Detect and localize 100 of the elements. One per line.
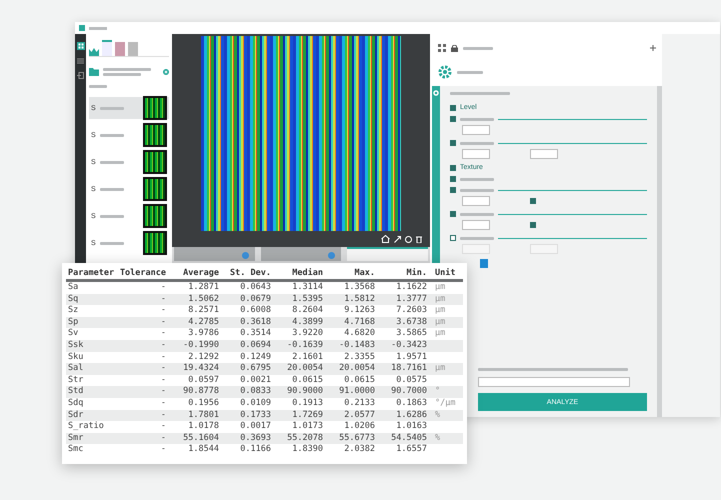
table-cell-text: 0.0021 bbox=[239, 374, 272, 386]
tab-thumbnail[interactable] bbox=[128, 42, 138, 56]
table-cell-text: 0.3514 bbox=[239, 328, 272, 340]
table-cell-text: 1.6557 bbox=[395, 444, 428, 456]
table-cell-text: 7.2603 bbox=[395, 305, 428, 317]
table-cell-text: µm bbox=[434, 305, 446, 317]
table-cell-text: 2.0382 bbox=[343, 444, 376, 456]
table-cell-text: 1.1622 bbox=[395, 282, 428, 294]
expand-icon[interactable] bbox=[394, 236, 401, 242]
checkbox[interactable] bbox=[450, 164, 456, 170]
checkbox[interactable] bbox=[450, 104, 456, 110]
blurred-label-drawing bbox=[460, 178, 494, 180]
table-cell: 1.5812 bbox=[325, 294, 377, 306]
table-cell: 4.2785 bbox=[168, 316, 221, 328]
checkbox[interactable] bbox=[450, 211, 456, 217]
path-field[interactable] bbox=[478, 377, 630, 387]
input-field[interactable] bbox=[462, 196, 490, 206]
circle-icon[interactable] bbox=[405, 236, 412, 242]
blurred-label-drawing bbox=[460, 236, 494, 240]
table-cell: 4.7168 bbox=[325, 316, 377, 328]
grid-icon[interactable] bbox=[76, 42, 84, 50]
blurred-filename-drawing bbox=[100, 134, 124, 136]
tab-thumbnail[interactable] bbox=[115, 42, 125, 56]
table-cell-text: 2.1601 bbox=[291, 352, 324, 364]
input-field[interactable] bbox=[462, 244, 490, 254]
table-cell: 1.3777 bbox=[377, 294, 429, 306]
table-cell-text: 0.0615 bbox=[343, 374, 376, 386]
crown-icon[interactable] bbox=[89, 48, 99, 56]
column-header[interactable]: Min. bbox=[377, 267, 429, 282]
table-cell: 1.7269 bbox=[273, 410, 325, 422]
folder-icon[interactable] bbox=[89, 68, 99, 76]
edge-checkbox[interactable] bbox=[530, 198, 536, 204]
table-cell-text: 8.2604 bbox=[291, 305, 324, 317]
grid-icon[interactable] bbox=[438, 44, 446, 52]
table-cell: 1.5395 bbox=[273, 294, 325, 306]
table-cell-text: - bbox=[160, 282, 167, 294]
table-cell-text: 0.0597 bbox=[187, 374, 220, 386]
table-cell-text: 1.3568 bbox=[343, 282, 376, 294]
checkbox[interactable] bbox=[450, 140, 456, 146]
input-field[interactable] bbox=[462, 220, 490, 230]
table-cell-text: Smc bbox=[67, 444, 84, 456]
checkbox[interactable] bbox=[450, 235, 456, 241]
table-cell: - bbox=[116, 316, 168, 328]
info-icon[interactable] bbox=[328, 252, 336, 258]
input-field[interactable] bbox=[530, 149, 558, 159]
export-icon[interactable] bbox=[77, 72, 84, 79]
column-header[interactable]: Average bbox=[168, 267, 221, 282]
table-cell: 2.0577 bbox=[325, 410, 377, 422]
checkbox[interactable] bbox=[450, 116, 456, 122]
table-cell: 0.3693 bbox=[221, 432, 273, 444]
view-tab[interactable] bbox=[260, 247, 342, 261]
table-cell-text: 0.0109 bbox=[239, 398, 272, 410]
table-cell-text: 0.0615 bbox=[291, 374, 324, 386]
table-cell-text: 0.1956 bbox=[187, 398, 220, 410]
table-cell: µm bbox=[429, 294, 463, 306]
table-cell: 3.6738 bbox=[377, 316, 429, 328]
trash-icon[interactable] bbox=[416, 236, 422, 242]
home-icon[interactable] bbox=[381, 235, 390, 243]
table-cell-text: 0.0575 bbox=[395, 374, 428, 386]
table-cell: 0.6795 bbox=[221, 363, 273, 375]
list-icon[interactable] bbox=[77, 58, 84, 64]
table-cell-text: 3.9220 bbox=[291, 328, 324, 340]
table-cell-text: Sz bbox=[67, 305, 80, 317]
column-header[interactable]: St. Dev. bbox=[221, 267, 273, 282]
info-icon[interactable] bbox=[242, 252, 249, 258]
checkbox[interactable] bbox=[450, 187, 456, 193]
table-cell-text: 1.3114 bbox=[291, 282, 324, 294]
lock-icon[interactable] bbox=[451, 44, 458, 52]
table-cell: 90.9000 bbox=[273, 386, 325, 398]
column-header[interactable]: Parameter bbox=[66, 267, 116, 282]
table-cell: - bbox=[116, 410, 168, 422]
column-header[interactable]: Median bbox=[273, 267, 325, 282]
color-swatch[interactable] bbox=[480, 259, 488, 268]
table-cell: Sp bbox=[66, 316, 116, 328]
input-field[interactable] bbox=[462, 149, 490, 159]
table-cell-text: 1.0163 bbox=[395, 421, 428, 433]
table-cell: 19.4324 bbox=[168, 363, 221, 375]
table-cell-text: - bbox=[160, 374, 167, 386]
tab-thumbnail[interactable] bbox=[102, 40, 112, 56]
view-tab[interactable] bbox=[174, 247, 255, 261]
table-cell-text: 0.1166 bbox=[239, 444, 272, 456]
column-header[interactable]: Max. bbox=[325, 267, 377, 282]
table-cell: Sq bbox=[66, 294, 116, 306]
table-cell: Sal bbox=[66, 363, 116, 375]
input-field[interactable] bbox=[530, 244, 558, 254]
close-icon[interactable] bbox=[163, 69, 169, 75]
column-header[interactable]: Unit bbox=[429, 267, 463, 282]
table-cell-text: 0.0643 bbox=[239, 282, 272, 294]
input-field[interactable] bbox=[462, 125, 490, 135]
table-cell-text: 8.2571 bbox=[187, 305, 220, 317]
table-cell-text: µm bbox=[434, 328, 446, 340]
blurred-filename-drawing bbox=[100, 106, 124, 110]
column-header[interactable]: Tolerance bbox=[116, 267, 168, 282]
table-cell: -0.1483 bbox=[325, 340, 377, 352]
blurred-label-drawing bbox=[460, 188, 494, 192]
table-cell: 1.5062 bbox=[168, 294, 221, 306]
blurred-path-drawing bbox=[103, 68, 151, 71]
edge-checkbox[interactable] bbox=[530, 222, 536, 228]
table-cell-text: 0.1913 bbox=[291, 398, 324, 410]
checkbox[interactable] bbox=[450, 176, 456, 182]
